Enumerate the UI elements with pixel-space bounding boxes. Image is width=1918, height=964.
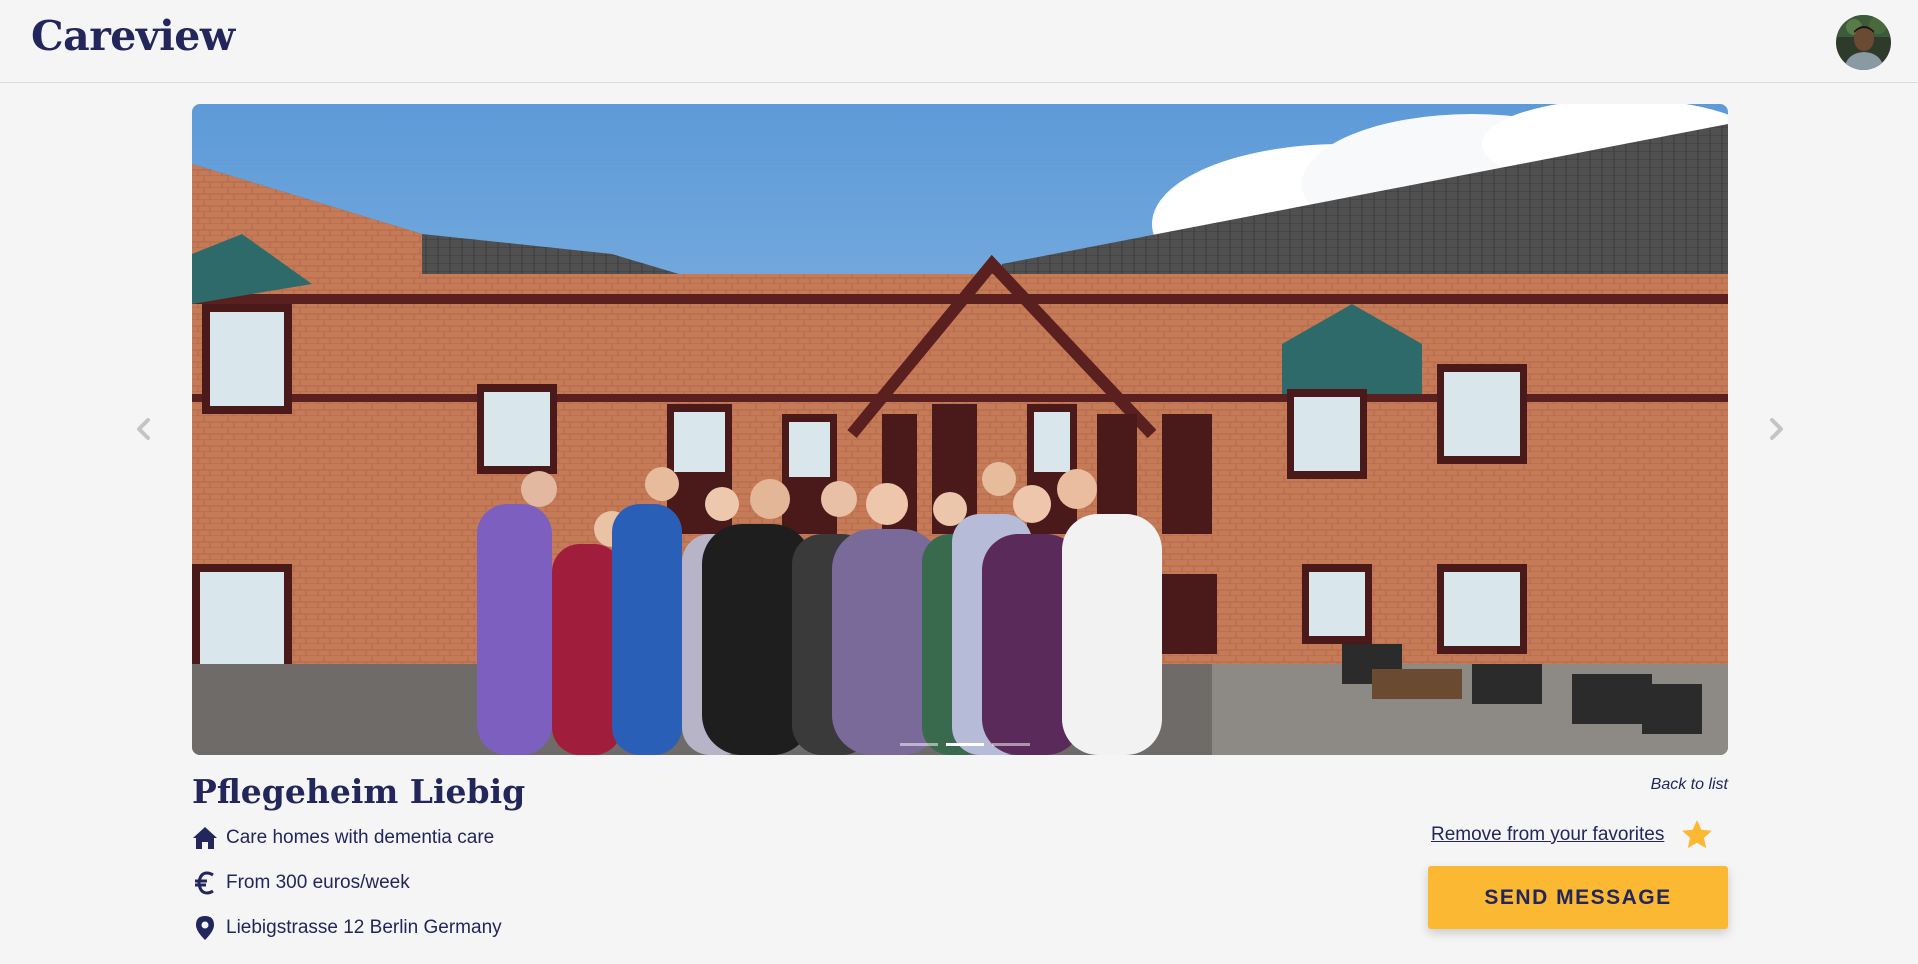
listing-address: Liebigstrasse 12 Berlin Germany: [226, 917, 502, 938]
app-logo[interactable]: Careview: [31, 12, 235, 60]
back-to-list-link[interactable]: Back to list: [1651, 776, 1728, 794]
carousel-dot-active[interactable]: [946, 743, 984, 746]
listing-price: From 300 euros/week: [226, 872, 410, 893]
euro-icon: [192, 870, 218, 896]
chevron-left-icon: [137, 418, 150, 440]
home-icon: [192, 825, 218, 851]
category-row: Care homes with dementia care: [192, 825, 494, 851]
send-message-button[interactable]: SEND MESSAGE: [1428, 866, 1728, 929]
carousel-indicators: [900, 743, 1030, 746]
listing-title: Pflegeheim Liebig: [192, 772, 526, 811]
carousel-dot[interactable]: [992, 743, 1030, 746]
address-row: Liebigstrasse 12 Berlin Germany: [192, 915, 502, 941]
user-avatar[interactable]: [1836, 15, 1891, 70]
remove-favorite-link[interactable]: Remove from your favorites: [1431, 824, 1664, 846]
photo-carousel[interactable]: [192, 104, 1728, 755]
listing-category: Care homes with dementia care: [226, 827, 495, 848]
carousel-prev-button[interactable]: [129, 414, 159, 444]
price-row: From 300 euros/week: [192, 870, 410, 896]
care-home-photo: [192, 104, 1728, 755]
map-pin-icon: [192, 915, 218, 941]
chevron-right-icon: [1770, 418, 1783, 440]
star-icon[interactable]: [1680, 818, 1714, 852]
top-bar: Careview: [0, 0, 1918, 83]
carousel-dot[interactable]: [900, 743, 938, 746]
carousel-next-button[interactable]: [1761, 414, 1791, 444]
